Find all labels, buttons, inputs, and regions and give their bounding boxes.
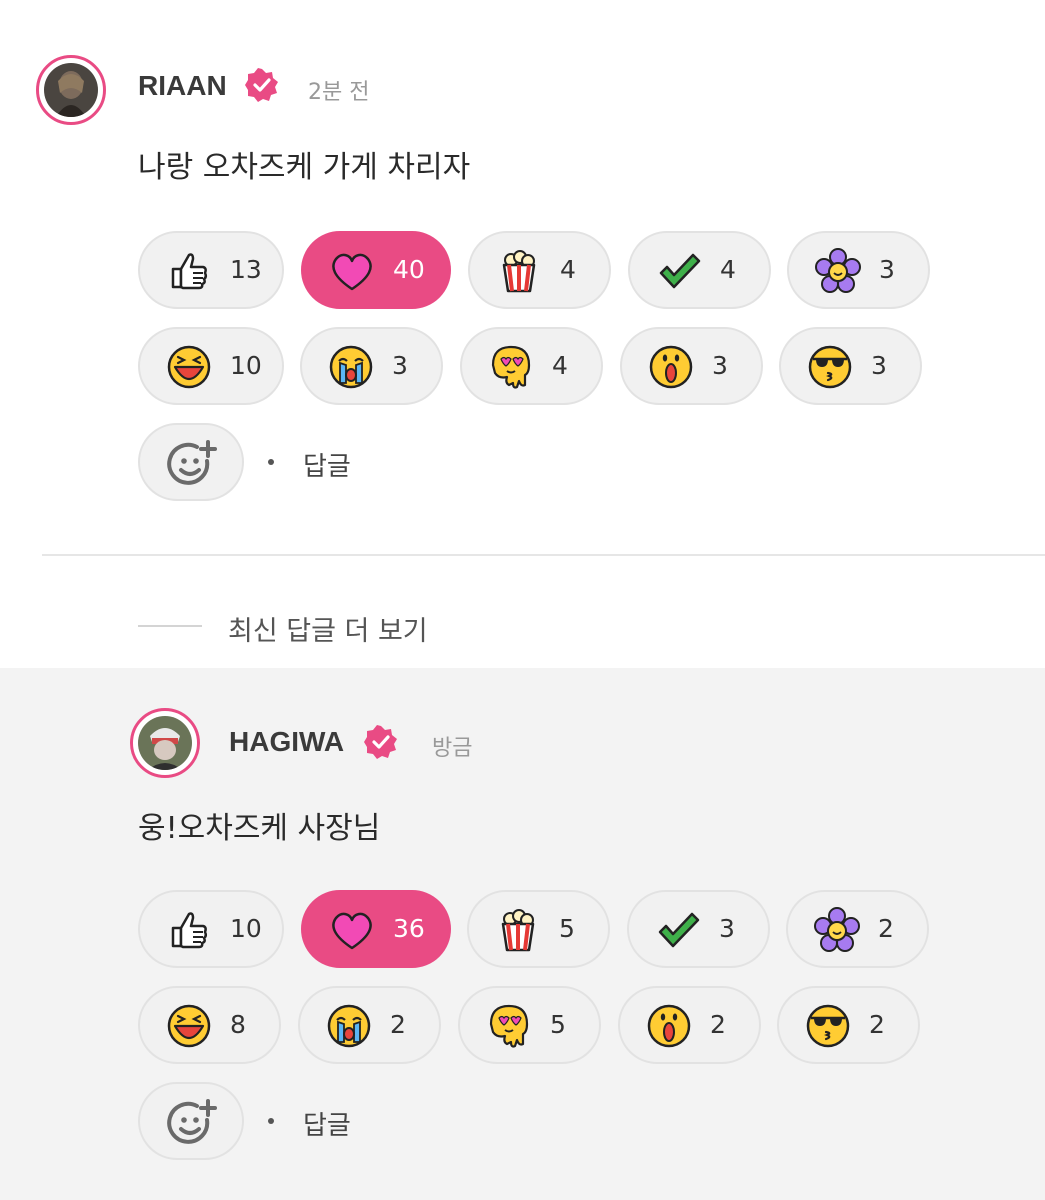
reaction-count: 4 — [720, 255, 736, 284]
surprised-face-icon — [649, 345, 693, 389]
add-emoji-icon — [167, 440, 217, 485]
reaction-count: 3 — [719, 914, 735, 943]
reaction-popcorn[interactable]: 4 — [468, 231, 611, 309]
reaction-count: 3 — [712, 351, 728, 380]
popcorn-icon — [501, 909, 535, 952]
reaction-count: 2 — [878, 914, 894, 943]
reaction-laughing[interactable]: 8 — [138, 986, 281, 1064]
comment-text: 나랑 오차즈케 가게 차리자 — [138, 150, 471, 185]
reaction-count: 5 — [550, 1010, 566, 1039]
sunglasses-kiss-icon — [808, 345, 852, 389]
popcorn-icon — [502, 250, 536, 293]
reaction-count: 40 — [393, 255, 425, 284]
reaction-count: 4 — [560, 255, 576, 284]
timestamp: 2분 전 — [308, 80, 370, 105]
timestamp: 방금 — [432, 736, 473, 761]
checkmark-icon — [658, 912, 700, 948]
reaction-count: 5 — [559, 914, 575, 943]
reaction-count: 8 — [230, 1010, 246, 1039]
heart-icon — [332, 253, 372, 291]
reaction-count: 3 — [879, 255, 895, 284]
author-name[interactable]: RIAAN — [138, 70, 227, 102]
avatar[interactable] — [130, 708, 200, 778]
reaction-sunglasses[interactable]: 3 — [779, 327, 922, 405]
heart-eyes-melting-icon — [491, 345, 531, 389]
add-reaction-button[interactable] — [138, 423, 244, 501]
reaction-heart[interactable]: 40 — [301, 231, 451, 309]
verified-badge-icon — [364, 725, 397, 759]
thumbs-up-icon — [171, 253, 208, 290]
surprised-face-icon — [647, 1004, 691, 1048]
checkmark-icon — [659, 253, 701, 289]
crying-face-icon — [327, 1004, 371, 1048]
crying-face-icon — [329, 345, 373, 389]
reaction-count: 36 — [393, 914, 425, 943]
reaction-sunglasses[interactable]: 2 — [777, 986, 920, 1064]
reaction-count: 4 — [552, 351, 568, 380]
flower-icon — [815, 248, 861, 293]
verified-badge-icon — [245, 68, 278, 102]
reaction-popcorn[interactable]: 5 — [467, 890, 610, 968]
more-replies-line — [138, 625, 202, 627]
reaction-surprised[interactable]: 3 — [620, 327, 763, 405]
comment-text: 웅!오차즈케 사장님 — [138, 811, 381, 846]
reply-button[interactable]: 답글 — [303, 446, 351, 483]
reaction-laughing[interactable]: 10 — [138, 327, 284, 405]
reply-button[interactable]: 답글 — [303, 1105, 351, 1142]
heart-icon — [332, 912, 372, 950]
flower-icon — [814, 907, 860, 952]
thumbs-up-icon — [171, 912, 208, 949]
separator-dot — [268, 1118, 274, 1124]
avatar-photo — [44, 63, 98, 117]
reaction-flower[interactable]: 2 — [786, 890, 929, 968]
reaction-checkmark[interactable]: 4 — [628, 231, 771, 309]
reaction-count: 2 — [710, 1010, 726, 1039]
reaction-count: 10 — [230, 914, 262, 943]
reaction-thumbs-up[interactable]: 10 — [138, 890, 284, 968]
reaction-thumbs-up[interactable]: 13 — [138, 231, 284, 309]
reply-card: HAGIWA 방금 웅!오차즈케 사장님 10 36 5 3 2 8 2 5 2… — [0, 668, 1045, 1200]
heart-eyes-melting-icon — [489, 1004, 529, 1048]
laughing-face-icon — [167, 1004, 211, 1048]
avatar[interactable] — [36, 55, 106, 125]
reaction-count: 3 — [871, 351, 887, 380]
reaction-count: 13 — [230, 255, 262, 284]
comment-card: RIAAN 2분 전 나랑 오차즈케 가게 차리자 13 40 4 4 3 10… — [0, 0, 1045, 555]
separator-dot — [268, 459, 274, 465]
author-name[interactable]: HAGIWA — [229, 726, 344, 758]
laughing-face-icon — [167, 345, 211, 389]
reaction-count: 2 — [869, 1010, 885, 1039]
avatar-photo — [138, 716, 192, 770]
reaction-checkmark[interactable]: 3 — [627, 890, 770, 968]
reaction-count: 10 — [230, 351, 262, 380]
reaction-crying[interactable]: 3 — [300, 327, 443, 405]
reaction-heart-eyes[interactable]: 4 — [460, 327, 603, 405]
reaction-count: 2 — [390, 1010, 406, 1039]
reaction-count: 3 — [392, 351, 408, 380]
reaction-heart-eyes[interactable]: 5 — [458, 986, 601, 1064]
reaction-surprised[interactable]: 2 — [618, 986, 761, 1064]
reaction-crying[interactable]: 2 — [298, 986, 441, 1064]
reaction-flower[interactable]: 3 — [787, 231, 930, 309]
sunglasses-kiss-icon — [806, 1004, 850, 1048]
section-divider — [42, 554, 1045, 556]
add-emoji-icon — [167, 1099, 217, 1144]
reaction-heart[interactable]: 36 — [301, 890, 451, 968]
add-reaction-button[interactable] — [138, 1082, 244, 1160]
more-replies-button[interactable]: 최신 답글 더 보기 — [228, 609, 428, 648]
